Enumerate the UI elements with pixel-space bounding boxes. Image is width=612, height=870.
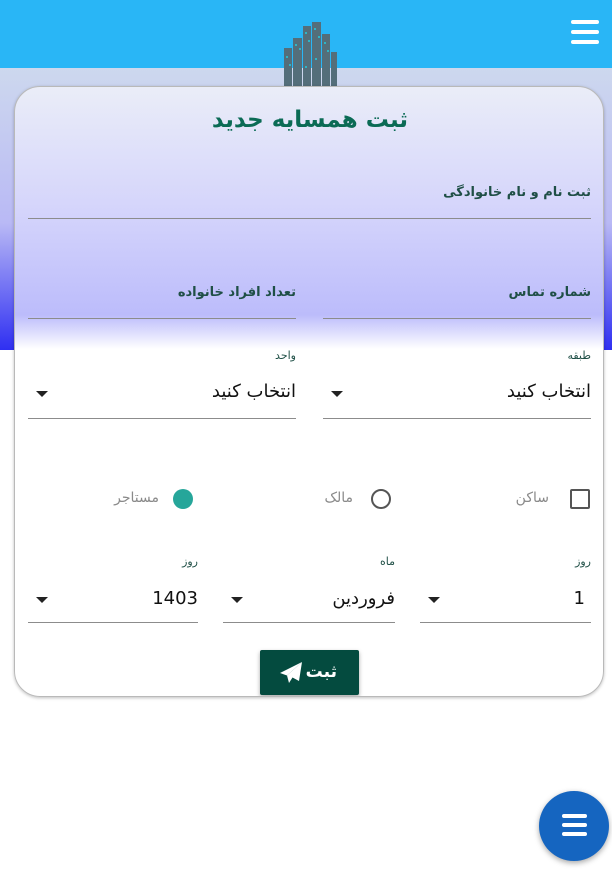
tenant-option[interactable]: مستاجر xyxy=(101,487,197,511)
unit-label: واحد xyxy=(275,349,296,362)
day-select[interactable]: روز 1 xyxy=(420,555,591,623)
submit-label: ثبت xyxy=(305,662,337,682)
unit-value: انتخاب کنید xyxy=(211,381,296,402)
form-title: ثبت همسایه جدید xyxy=(211,107,409,133)
owner-option[interactable]: مالک xyxy=(311,487,393,511)
resident-checkbox[interactable] xyxy=(570,489,590,509)
phone-field[interactable]: شماره تماس xyxy=(323,267,591,319)
floor-select[interactable]: طبقه انتخاب کنید xyxy=(323,349,591,419)
chevron-down-icon xyxy=(331,391,343,397)
full-name-field[interactable]: ثبت نام و نام خانوادگی xyxy=(28,167,591,219)
chevron-down-icon xyxy=(36,597,48,603)
day-label: روز xyxy=(575,555,591,568)
full-name-label: ثبت نام و نام خانوادگی xyxy=(443,185,591,200)
family-count-field[interactable]: تعداد افراد خانواده xyxy=(28,267,296,319)
year-value: 1403 xyxy=(152,588,198,609)
floor-value: انتخاب کنید xyxy=(506,381,591,402)
tenant-radio[interactable] xyxy=(173,489,193,509)
paper-plane-icon xyxy=(280,662,302,683)
owner-radio[interactable] xyxy=(371,489,391,509)
year-label: روز xyxy=(182,555,198,568)
new-neighbor-form-card: ثبت همسایه جدید ثبت نام و نام خانوادگی ش… xyxy=(14,86,604,697)
day-value: 1 xyxy=(573,588,585,609)
floor-label: طبقه xyxy=(567,349,591,362)
city-buildings-logo xyxy=(282,22,338,91)
hamburger-menu-icon[interactable] xyxy=(571,20,599,44)
chevron-down-icon xyxy=(428,597,440,603)
tenant-label: مستاجر xyxy=(114,490,159,506)
month-select[interactable]: ماه فروردین xyxy=(223,555,395,623)
month-value: فروردین xyxy=(332,588,395,609)
owner-label: مالک xyxy=(324,490,353,506)
page: ثبت همسایه جدید ثبت نام و نام خانوادگی ش… xyxy=(0,0,612,870)
chevron-down-icon xyxy=(231,597,243,603)
year-select[interactable]: روز 1403 xyxy=(28,555,198,623)
unit-select[interactable]: واحد انتخاب کنید xyxy=(28,349,296,419)
chevron-down-icon xyxy=(36,391,48,397)
month-label: ماه xyxy=(379,555,395,568)
resident-label: ساکن xyxy=(515,490,549,506)
hamburger-menu-icon xyxy=(562,814,587,818)
phone-label: شماره تماس xyxy=(508,285,591,300)
family-count-label: تعداد افراد خانواده xyxy=(177,285,296,300)
resident-option[interactable]: ساکن xyxy=(505,487,591,511)
submit-button[interactable]: ثبت xyxy=(260,650,359,695)
floating-menu-button[interactable] xyxy=(539,791,609,861)
